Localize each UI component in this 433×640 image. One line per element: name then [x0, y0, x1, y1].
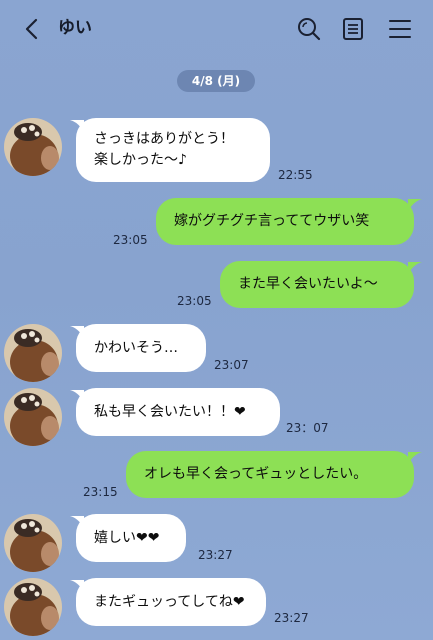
search-icon[interactable]: [296, 16, 322, 42]
message-time: 23:05: [177, 294, 212, 308]
notes-icon[interactable]: [340, 16, 366, 42]
message-time: 22:55: [278, 168, 313, 182]
back-chevron-icon[interactable]: [22, 18, 42, 40]
bubble-tail: [408, 452, 422, 464]
avatar-photo: [4, 324, 62, 382]
bubble-tail: [408, 199, 422, 211]
avatar-photo: [4, 578, 62, 636]
avatar[interactable]: [4, 118, 62, 176]
message-bubble[interactable]: 嫁がグチグチ言っててウザい笑: [156, 198, 414, 245]
avatar-photo: [4, 388, 62, 446]
message-bubble[interactable]: 嬉しい❤❤: [76, 514, 186, 562]
message-bubble[interactable]: オレも早く会ってギュッとしたい。: [126, 451, 414, 498]
menu-icon[interactable]: [387, 16, 413, 42]
message-time: 23:07: [214, 358, 249, 372]
message-time: 23：07: [286, 421, 329, 435]
message-bubble[interactable]: さっきはありがとう！ 楽しかった〜♪: [76, 118, 270, 182]
message-time: 23:27: [198, 548, 233, 562]
chat-header: ゆい: [0, 0, 433, 58]
message-time: 23:05: [113, 233, 148, 247]
date-separator: 4/8 (月): [177, 70, 255, 92]
avatar[interactable]: [4, 514, 62, 572]
message-bubble[interactable]: 私も早く会いたい！！❤: [76, 388, 280, 436]
avatar[interactable]: [4, 324, 62, 382]
message-bubble[interactable]: かわいそう…: [76, 324, 206, 372]
avatar[interactable]: [4, 578, 62, 636]
message-time: 23:15: [83, 485, 118, 499]
chat-title: ゆい: [58, 18, 92, 38]
chat-screen: ゆい 4/8 (月) さっきはありがとう！ 楽しかった〜♪ 22:55 23:0…: [0, 0, 433, 640]
avatar-photo: [4, 514, 62, 572]
message-bubble[interactable]: また早く会いたいよ〜: [220, 261, 414, 308]
avatar-photo: [4, 118, 62, 176]
bubble-tail: [408, 262, 422, 274]
message-time: 23:27: [274, 611, 309, 625]
avatar[interactable]: [4, 388, 62, 446]
message-bubble[interactable]: またギュッってしてね❤: [76, 578, 266, 626]
